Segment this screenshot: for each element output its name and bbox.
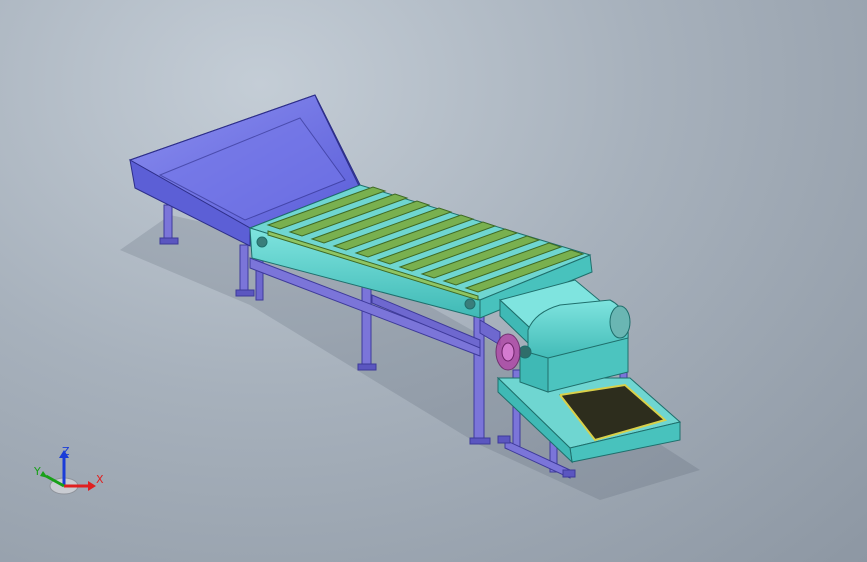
- crusher-motor[interactable]: [495, 333, 521, 371]
- coordinate-triad: Z X Y: [28, 446, 108, 506]
- z-axis-label: Z: [62, 445, 70, 458]
- crusher-housing[interactable]: [498, 279, 631, 393]
- cad-viewport[interactable]: Z X Y: [0, 0, 867, 562]
- x-axis-label: X: [96, 473, 104, 486]
- y-axis-label: Y: [34, 465, 41, 478]
- conveyor-assembly-model[interactable]: [0, 0, 867, 562]
